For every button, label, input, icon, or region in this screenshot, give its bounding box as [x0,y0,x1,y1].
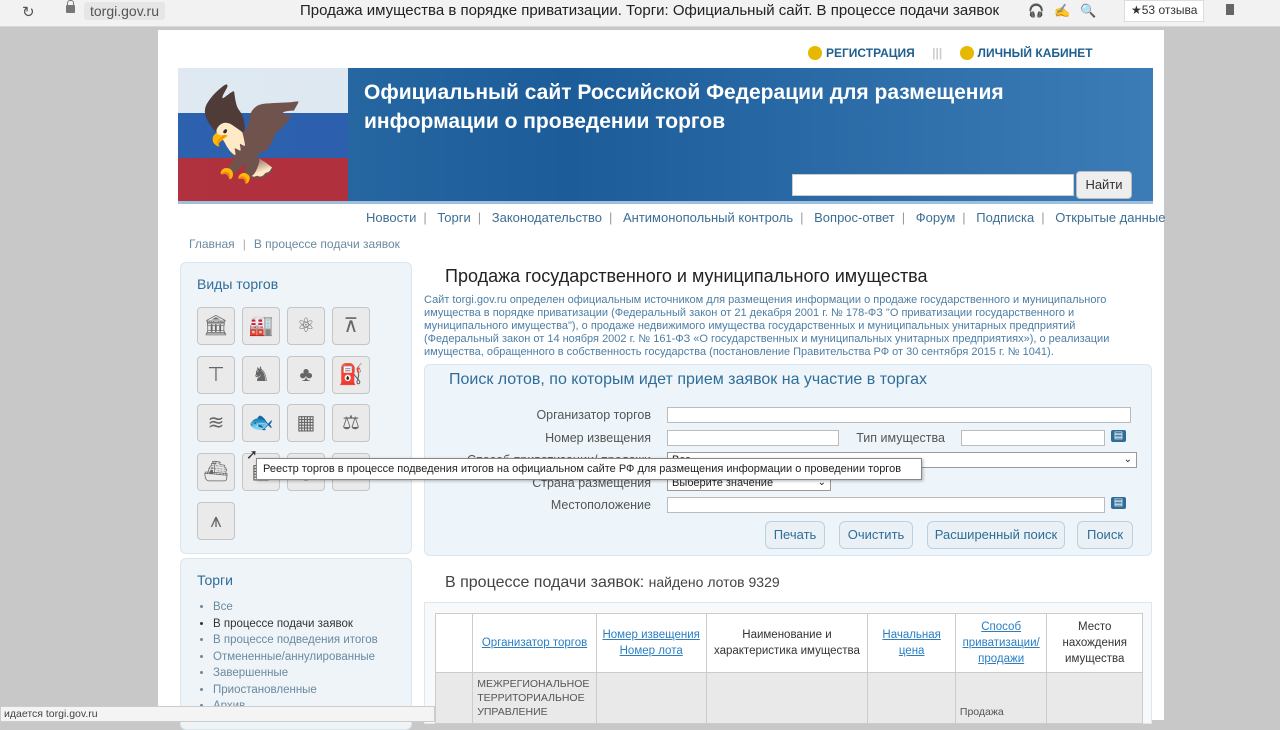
table-row[interactable]: МЕЖРЕГИОНАЛЬНОЕ ТЕРРИТОРИАЛЬНОЕ УПРАВЛЕН… [434,672,1143,724]
torgi-status-list: Все В процессе подачи заявок В процессе … [195,599,378,715]
nav-news[interactable]: Новости [366,210,416,225]
address-bar[interactable]: torgi.gov.ru [84,2,165,20]
breadcrumb-home[interactable]: Главная [189,237,235,251]
factory-icon[interactable]: 🏭 [242,307,280,345]
atom-icon[interactable]: ⚛ [287,307,325,345]
browser-toolbar: ↻ torgi.gov.ru Продажа имущества в поряд… [0,0,1280,27]
col-notice[interactable]: Номер извещения Номер лота [595,613,707,673]
torgi-status-panel: Торги Все В процессе подачи заявок В про… [180,558,412,730]
nav-legislation[interactable]: Законодательство [492,210,602,225]
nav-antimonopoly[interactable]: Антимонопольный контроль [623,210,793,225]
nav-subscribe[interactable]: Подписка [976,210,1034,225]
notice-label: Номер извещения [545,431,651,445]
fish-icon[interactable]: 🐟 [242,404,280,442]
lock-icon [66,0,75,13]
hunter-icon[interactable]: ♞ [242,356,280,394]
type-label: Тип имущества [856,431,945,445]
bank-icon[interactable]: 🏛 [197,307,235,345]
oil-pump-icon[interactable]: ⛽ [332,356,370,394]
reviews-badge[interactable]: ★53 отзыва [1124,0,1205,22]
org-label: Организатор торгов [536,408,651,422]
results-table-wrap: Организатор торгов Номер извещения Номер… [424,602,1152,724]
torgi-all-link[interactable]: Все [213,599,378,616]
col-method[interactable]: Способ приватизации/ продажи [954,613,1048,673]
nav-forum[interactable]: Форум [916,210,956,225]
type-input[interactable] [961,430,1105,446]
intro-text: Сайт torgi.gov.ru определен официальным … [424,294,1110,358]
site-search-input[interactable] [792,174,1074,196]
bookmark-icon[interactable] [1226,4,1234,15]
breadcrumb: Главная | В процессе подачи заявок [189,237,400,251]
separator: ||| [932,46,943,60]
key-icon [808,46,822,60]
torgi-types-panel: Виды торгов 🏛 🏭 ⚛ ⊼ ⊤ ♞ ♣ ⛽ ≋ 🐟 ▦ ⚖ ⛴ ▤ … [180,262,412,554]
col-place: Место нахождения имущества [1046,613,1143,673]
checkbox-col [434,613,474,673]
banner-stripe [178,201,1153,204]
advanced-search-button[interactable]: Расширенный поиск [927,521,1065,549]
site-banner: 🦅 Официальный сайт Российской Федерации … [178,68,1153,204]
page: РЕГИСТРАЦИЯ ||| ЛИЧНЫЙ КАБИНЕТ 🦅 Официал… [158,30,1166,730]
results-table: Организатор торгов Номер извещения Номер… [434,613,1143,724]
col-name: Наименование и характеристика имущества [705,613,869,673]
coat-of-arms-icon: 🦅 [196,85,309,185]
clear-button[interactable]: Очистить [839,521,913,549]
nav-open-data[interactable]: Открытые данные [1055,210,1165,225]
torgi-status-title: Торги [197,572,233,588]
mouse-pointer-icon: ➚ [246,446,258,462]
torgi-summarizing-link[interactable]: В процессе подведения итогов [213,632,378,649]
row-method: Продажа [954,672,1048,724]
breadcrumb-current: В процессе подачи заявок [253,237,400,251]
page-title-bar: Продажа имущества в порядке приватизации… [300,2,1000,19]
crane-icon[interactable]: ⊤ [197,356,235,394]
main-nav: Новости | Торги | Законодательство | Антимо… [366,210,1166,225]
table-header-row: Организатор торгов Номер извещения Номер… [434,613,1143,673]
results-count: найдено лотов 9329 [648,574,780,590]
location-input[interactable] [667,497,1105,513]
col-price[interactable]: Начальная цена [867,613,956,673]
cabinet-link[interactable]: ЛИЧНЫЙ КАБИНЕТ [959,46,1093,60]
chevron-down-icon: ⌄ [1123,454,1132,465]
water-icon[interactable]: ≋ [197,404,235,442]
torgi-types-title: Виды торгов [197,276,279,292]
scales-icon[interactable]: ⚖ [332,404,370,442]
building-icon[interactable]: ▦ [287,404,325,442]
reload-icon[interactable]: ↻ [22,3,35,21]
book-icon[interactable]: ▤ [1111,497,1126,509]
forest-icon[interactable]: ♣ [287,356,325,394]
org-input[interactable] [667,407,1131,423]
search-button[interactable]: Поиск [1077,521,1133,549]
col-org[interactable]: Организатор торгов [472,613,597,673]
nav-faq[interactable]: Вопрос-ответ [814,210,895,225]
banner-title: Официальный сайт Российской Федерации дл… [364,81,1004,133]
nav-torgi[interactable]: Торги [437,210,470,225]
browser-icons[interactable]: 🎧✍🔍 [1028,3,1107,19]
print-button[interactable]: Печать [765,521,825,549]
torgi-cancelled-link[interactable]: Отмененные/аннулированные [213,649,378,666]
notice-input[interactable] [667,430,839,446]
tower-icon[interactable]: ⩚ [197,502,235,540]
torgi-completed-link[interactable]: Завершенные [213,665,378,682]
torgi-accepting-link[interactable]: В процессе подачи заявок [213,616,378,633]
book-icon[interactable]: ▤ [1111,430,1126,442]
lot-search-title: Поиск лотов, по которым идет прием заяво… [449,371,928,388]
row-org: МЕЖРЕГИОНАЛЬНОЕ ТЕРРИТОРИАЛЬНОЕ УПРАВЛЕН… [472,672,597,724]
surveyor-icon[interactable]: ⊼ [332,307,370,345]
jetski-icon[interactable]: ⛴ [197,453,235,491]
tooltip: Реестр торгов в процессе подведения итог… [256,458,922,480]
top-links: РЕГИСТРАЦИЯ ||| ЛИЧНЫЙ КАБИНЕТ [808,46,1093,60]
page-title: Продажа государственного и муниципальног… [445,266,928,286]
torgi-suspended-link[interactable]: Приостановленные [213,682,378,699]
results-title: В процессе подачи заявок: найдено лотов … [445,574,780,591]
location-label: Местоположение [550,498,651,512]
registration-link[interactable]: РЕГИСТРАЦИЯ [808,46,915,60]
lock-keyhole-icon [959,46,974,60]
site-search-button[interactable]: Найти [1076,171,1132,199]
